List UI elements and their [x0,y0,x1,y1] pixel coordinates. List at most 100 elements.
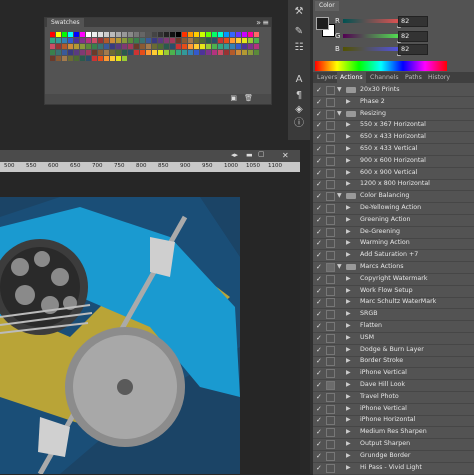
adjustments-icon[interactable]: ☷ [292,42,306,54]
minimize-icon[interactable]: ▬ [246,151,253,159]
expand-triangle-icon[interactable]: ▶ [346,403,351,415]
panel-menu-icon[interactable]: ≡ [262,18,269,27]
check-icon[interactable]: ✓ [316,204,324,212]
modal-toggle[interactable] [326,322,335,331]
color-swatch[interactable] [110,44,115,49]
color-swatch[interactable] [206,38,211,43]
check-icon[interactable]: ✓ [316,287,324,295]
color-swatch[interactable] [212,38,217,43]
color-swatch[interactable] [50,44,55,49]
check-icon[interactable]: ✓ [316,464,324,472]
color-swatch[interactable] [98,44,103,49]
swatches-tab[interactable]: Swatches [47,18,84,27]
color-swatch[interactable] [224,32,229,37]
document-title-bar[interactable]: ◂▸ ▬ ▢ ✕ [0,150,300,162]
modal-toggle[interactable] [326,215,335,225]
color-swatch[interactable] [128,38,133,43]
check-icon[interactable]: ✓ [316,157,324,165]
color-swatch[interactable] [116,50,121,55]
color-swatch[interactable] [86,44,91,49]
modal-toggle[interactable] [326,180,335,190]
color-swatch[interactable] [146,32,151,37]
color-swatch[interactable] [110,38,115,43]
green-value-field[interactable]: 82 [398,31,428,42]
expand-triangle-icon[interactable]: ▶ [346,214,351,226]
check-icon[interactable]: ✓ [316,110,324,118]
color-swatch[interactable] [104,56,109,61]
color-swatch[interactable] [212,32,217,37]
color-swatch[interactable] [92,56,97,61]
color-swatch[interactable] [206,50,211,55]
modal-toggle[interactable] [326,192,335,202]
color-swatch[interactable] [254,50,259,55]
color-swatch[interactable] [128,50,133,55]
expand-triangle-icon[interactable]: ▼ [337,190,342,202]
color-swatch[interactable] [236,50,241,55]
color-swatch[interactable] [140,50,145,55]
color-swatch[interactable] [254,44,259,49]
check-icon[interactable]: ✓ [316,192,324,200]
color-swatch[interactable] [128,32,133,37]
modal-toggle[interactable] [326,381,335,390]
color-swatch[interactable] [152,32,157,37]
color-swatch[interactable] [254,38,259,43]
color-swatch[interactable] [122,38,127,43]
color-swatch[interactable] [164,38,169,43]
color-swatch[interactable] [230,32,235,37]
color-swatch[interactable] [116,32,121,37]
expand-triangle-icon[interactable]: ▶ [346,391,351,403]
color-swatch[interactable] [242,38,247,43]
check-icon[interactable]: ✓ [316,228,324,236]
color-swatch[interactable] [122,56,127,61]
modal-toggle[interactable] [326,239,335,249]
color-swatch[interactable] [194,44,199,49]
color-swatch[interactable] [50,56,55,61]
color-swatch[interactable] [68,56,73,61]
color-swatch[interactable] [242,50,247,55]
color-swatch[interactable] [86,50,91,55]
color-swatch[interactable] [218,32,223,37]
modal-toggle[interactable] [326,286,335,296]
character-icon[interactable]: A [292,74,306,86]
horizontal-ruler[interactable]: 500 550 600 650 700 750 800 850 900 950 1000 1050 11… [0,162,300,172]
color-swatch[interactable] [110,56,115,61]
color-swatch[interactable] [86,38,91,43]
color-swatch[interactable] [200,38,205,43]
check-icon[interactable]: ✓ [316,393,324,401]
modal-toggle[interactable] [326,121,335,131]
modal-toggle[interactable] [326,333,335,343]
color-swatch[interactable] [98,56,103,61]
color-swatch[interactable] [80,32,85,37]
color-swatch[interactable] [122,50,127,55]
color-swatch[interactable] [152,50,157,55]
color-swatch[interactable] [56,38,61,43]
color-swatch[interactable] [164,50,169,55]
color-swatch[interactable] [248,44,253,49]
color-swatch[interactable] [146,44,151,49]
color-swatch[interactable] [248,38,253,43]
brush-presets-icon[interactable]: ✎ [292,26,306,38]
check-icon[interactable]: ✓ [316,440,324,448]
modal-toggle[interactable] [326,463,335,473]
color-swatch[interactable] [80,38,85,43]
info-icon[interactable]: ⓘ [292,118,306,130]
color-swatch[interactable] [74,44,79,49]
color-swatch[interactable] [236,32,241,37]
color-swatch[interactable] [176,38,181,43]
color-swatch[interactable] [182,38,187,43]
expand-triangle-icon[interactable]: ▶ [346,237,351,249]
color-swatch[interactable] [128,44,133,49]
color-swatch[interactable] [176,44,181,49]
color-swatch[interactable] [62,44,67,49]
modal-toggle[interactable] [326,392,335,402]
color-swatch[interactable] [92,38,97,43]
color-swatch[interactable] [68,50,73,55]
check-icon[interactable]: ✓ [316,169,324,177]
color-swatch[interactable] [242,44,247,49]
expand-triangle-icon[interactable]: ▶ [346,143,351,155]
check-icon[interactable]: ✓ [316,275,324,283]
modal-toggle[interactable] [326,451,335,461]
check-icon[interactable]: ✓ [316,405,324,413]
expand-triangle-icon[interactable]: ▶ [346,379,351,391]
modal-toggle[interactable] [326,109,335,119]
